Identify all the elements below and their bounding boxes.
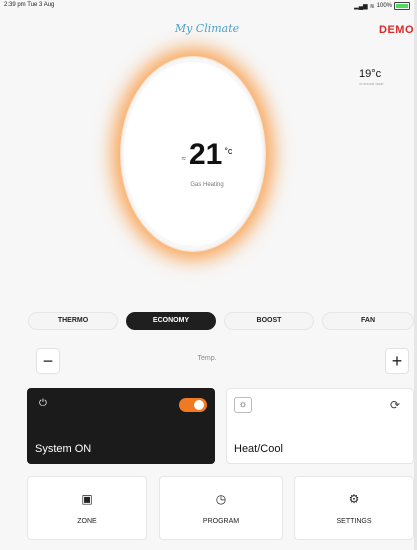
heat-cool-label: Heat/Cool xyxy=(234,443,283,455)
battery-icon xyxy=(394,2,410,10)
power-icon: ⏻ xyxy=(39,398,47,409)
mode-economy[interactable]: ECONOMY xyxy=(126,312,216,330)
refresh-icon[interactable]: ⟳ xyxy=(390,398,400,412)
clock-icon: ◷ xyxy=(215,492,227,506)
temperature-control: − Temp. + xyxy=(0,345,414,375)
temperature-value: 21 xyxy=(188,138,223,171)
battery-percent: 100% xyxy=(376,3,392,9)
wifi-status-icon: ≋ xyxy=(369,3,375,10)
app-screen: 2:39 pm Tue 3 Aug ▂▄▆ ≋ 100% My Climate … xyxy=(0,0,417,550)
gear-icon: ⚙ xyxy=(348,492,360,506)
program-button[interactable]: ◷ PROGRAM xyxy=(159,476,283,540)
mode-thermo[interactable]: THERMO xyxy=(28,312,118,330)
zone-label: ZONE xyxy=(77,518,97,525)
heat-cool-tile[interactable]: ☼ ⟳ Heat/Cool xyxy=(226,388,414,464)
grid-icon: ▣ xyxy=(81,492,93,506)
system-tile[interactable]: ⏻ System ON xyxy=(27,388,215,464)
mode-boost[interactable]: BOOST xyxy=(224,312,314,330)
signal-icon: ▂▄▆ xyxy=(354,3,368,10)
system-toggle[interactable] xyxy=(179,398,207,412)
system-status-label: System ON xyxy=(35,443,92,455)
demo-badge[interactable]: DEMO xyxy=(379,24,414,36)
outside-temperature-label: OUTDOOR TEMP xyxy=(359,82,384,86)
status-icons: ▂▄▆ ≋ 100% xyxy=(354,2,410,10)
settings-label: SETTINGS xyxy=(336,518,372,525)
zone-button[interactable]: ▣ ZONE xyxy=(27,476,147,540)
status-time: 2:39 pm xyxy=(4,2,26,8)
mode-selector: THERMO ECONOMY BOOST FAN xyxy=(28,312,414,330)
status-time-date: 2:39 pm Tue 3 Aug xyxy=(4,2,54,8)
app-title: My Climate xyxy=(174,22,240,35)
outside-temperature: 19°c xyxy=(359,68,382,80)
status-date: Tue 3 Aug xyxy=(27,2,55,8)
temperature-unit: °c xyxy=(224,146,233,156)
mode-fan[interactable]: FAN xyxy=(322,312,414,330)
heating-mode-text: Gas Heating xyxy=(190,182,224,188)
increase-temp-button[interactable]: + xyxy=(385,348,409,374)
wifi-icon: ≈ xyxy=(181,154,186,163)
status-bar: 2:39 pm Tue 3 Aug ▂▄▆ ≋ 100% xyxy=(0,0,414,16)
temp-label: Temp. xyxy=(197,355,217,362)
sun-icon: ☼ xyxy=(234,397,252,413)
settings-button[interactable]: ⚙ SETTINGS xyxy=(294,476,414,540)
program-label: PROGRAM xyxy=(202,518,240,525)
current-temperature: ≈ 21 °c xyxy=(0,140,414,170)
